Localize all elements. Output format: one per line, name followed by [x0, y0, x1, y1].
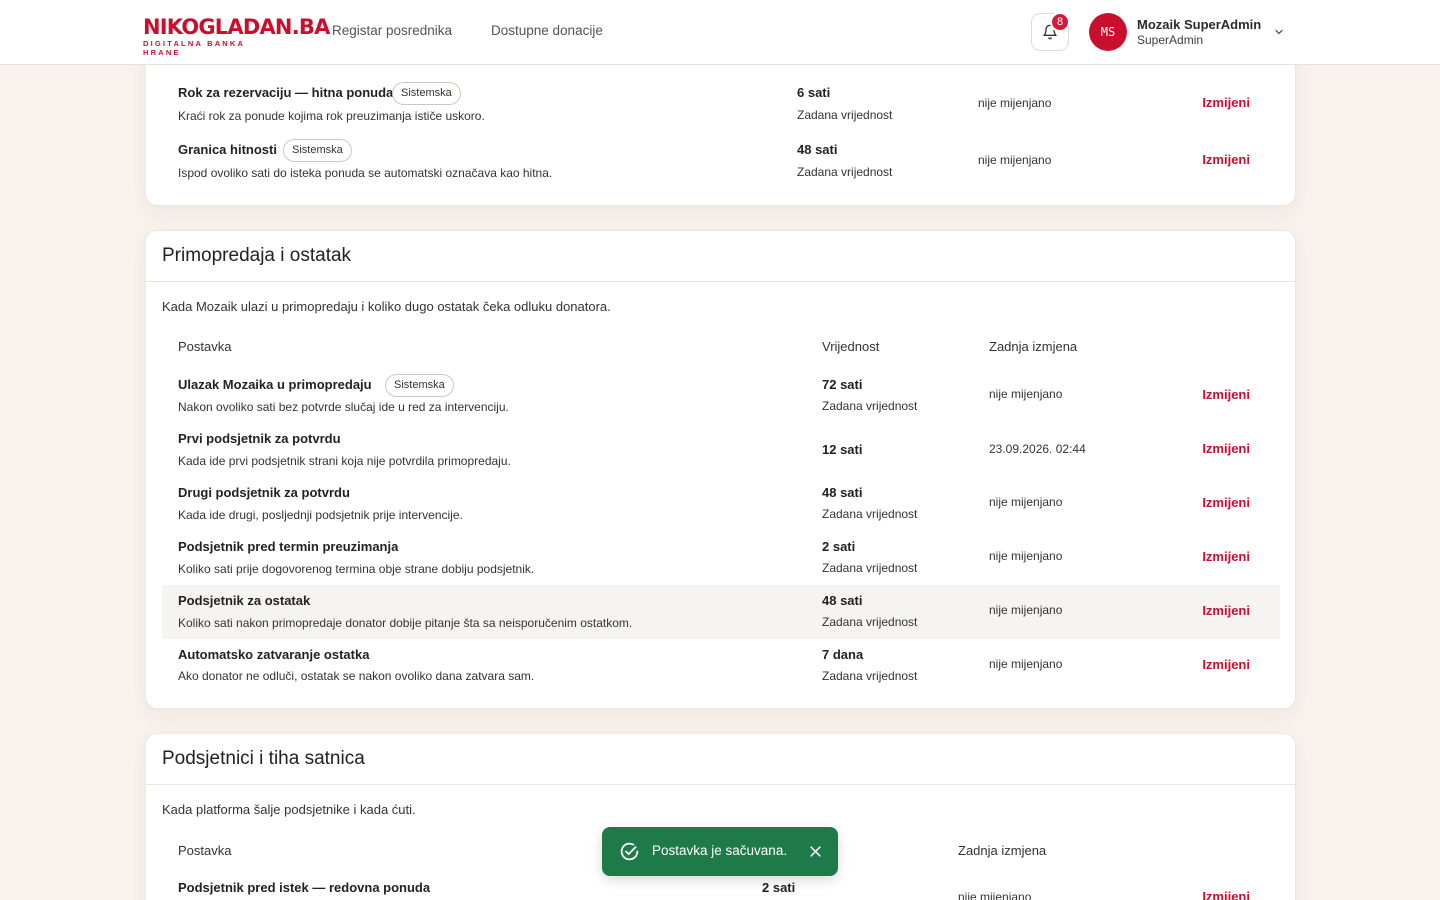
user-name[interactable]: Mozaik SuperAdmin [1137, 17, 1261, 32]
setting-title: Drugi podsjetnik za potvrdu [178, 485, 350, 500]
column-header-setting: Postavka [178, 339, 232, 354]
table-row: Podsjetnik pred termin preuzimanja Kolik… [162, 531, 1280, 585]
default-value-label: Zadana vrijednost [797, 108, 893, 122]
setting-value: 2 sati [762, 880, 796, 895]
card-title: Primopredaja i ostatak [146, 231, 1295, 282]
last-changed: nije mijenjano [989, 549, 1063, 563]
settings-card-handover: Primopredaja i ostatak Kada Mozaik ulazi… [145, 230, 1296, 709]
default-value-label: Zadana vrijednost [822, 615, 918, 629]
last-changed: nije mijenjano [989, 387, 1063, 401]
system-tag: Sistemska [392, 82, 461, 105]
edit-button[interactable]: Izmijeni [1202, 603, 1250, 618]
column-header-changed: Zadnja izmjena [989, 339, 1078, 354]
toast-message: Postavka je sačuvana. [652, 843, 788, 858]
default-value-label: Zadana vrijednost [822, 669, 918, 683]
edit-button[interactable]: Izmijeni [1202, 152, 1250, 167]
logo-tagline: DIGITALNA BANKA HRANE [143, 39, 245, 57]
card-title: Podsjetnici i tiha satnica [146, 734, 1295, 785]
setting-description: Koliko sati prije dogovorenog termina ob… [178, 562, 535, 576]
user-role: SuperAdmin [1137, 33, 1204, 47]
edit-button[interactable]: Izmijeni [1202, 889, 1250, 900]
setting-value: 72 sati [822, 377, 863, 392]
default-value-label: Zadana vrijednost [822, 399, 918, 413]
edit-button[interactable]: Izmijeni [1202, 657, 1250, 672]
edit-button[interactable]: Izmijeni [1202, 549, 1250, 564]
setting-title: Automatsko zatvaranje ostatka [178, 647, 370, 662]
default-value-label: Zadana vrijednost [822, 507, 918, 521]
table-row: Automatsko zatvaranje ostatka Ako donato… [162, 639, 1280, 693]
system-tag: Sistemska [385, 374, 454, 397]
setting-description: Kada ide drugi, posljednji podsjetnik pr… [178, 508, 463, 522]
setting-description: Nakon ovoliko sati bez potvrde slučaj id… [178, 400, 509, 414]
setting-title: Podsjetnik pred istek — redovna ponuda [178, 880, 431, 895]
success-toast: Postavka je sačuvana. [602, 827, 838, 876]
default-value-label: Zadana vrijednost [797, 165, 893, 179]
last-changed: 23.09.2026. 02:44 [989, 442, 1086, 456]
nav-registar-posrednika[interactable]: Registar posrednika [332, 23, 452, 38]
setting-value: 48 sati [822, 485, 863, 500]
table-row: Drugi podsjetnik za potvrdu Kada ide dru… [162, 477, 1280, 531]
setting-title: Podsjetnik pred termin preuzimanja [178, 539, 399, 554]
edit-button[interactable]: Izmijeni [1202, 95, 1250, 110]
setting-value: 48 sati [797, 142, 838, 157]
table-row: Ulazak Mozaika u primopredaju Sistemska … [162, 369, 1280, 423]
table-row: Granica hitnosti Sistemska Ispod ovoliko… [162, 134, 1280, 188]
last-changed: nije mijenjano [978, 153, 1052, 167]
setting-value: 6 sati [797, 85, 831, 100]
card-description: Kada platforma šalje podsjetnike i kada … [162, 802, 416, 817]
setting-description: Koliko sati nakon primopredaje donator d… [178, 616, 633, 630]
chevron-down-icon[interactable] [1273, 26, 1285, 38]
last-changed: nije mijenjano [989, 603, 1063, 617]
close-icon[interactable] [808, 844, 823, 859]
nav-dostupne-donacije[interactable]: Dostupne donacije [491, 23, 603, 38]
table-row: Prvi podsjetnik za potvrdu Kada ide prvi… [162, 423, 1280, 477]
edit-button[interactable]: Izmijeni [1202, 441, 1250, 456]
last-changed: nije mijenjano [989, 657, 1063, 671]
logo[interactable]: NIKOGLADAN.BA DIGITALNA BANKA HRANE [143, 15, 330, 57]
default-value-label: Zadana vrijednost [822, 561, 918, 575]
setting-title: Prvi podsjetnik za potvrdu [178, 431, 341, 446]
last-changed: nije mijenjano [958, 890, 1032, 900]
system-tag: Sistemska [283, 139, 352, 162]
setting-title: Rok za rezervaciju — hitna ponuda [178, 85, 394, 100]
edit-button[interactable]: Izmijeni [1202, 387, 1250, 402]
setting-value: 12 sati [822, 442, 863, 457]
table-row: Podsjetnik za ostatak Koliko sati nakon … [162, 585, 1280, 639]
logo-wordmark: NIKOGLADAN.BA [143, 15, 330, 39]
check-circle-icon [620, 842, 639, 861]
card-description: Kada Mozaik ulazi u primopredaju i kolik… [162, 299, 611, 314]
setting-description: Ako donator ne odluči, ostatak se nakon … [178, 669, 535, 683]
column-header-changed: Zadnja izmjena [958, 843, 1047, 858]
setting-description: Kada ide prvi podsjetnik strani koja nij… [178, 454, 511, 468]
setting-value: 7 dana [822, 647, 864, 662]
top-navbar: NIKOGLADAN.BA DIGITALNA BANKA HRANE Regi… [0, 0, 1440, 65]
setting-title: Granica hitnosti [178, 142, 277, 157]
avatar[interactable]: MS [1089, 13, 1127, 51]
last-changed: nije mijenjano [989, 495, 1063, 509]
setting-description: Kraći rok za ponude kojima rok preuziman… [178, 109, 485, 123]
edit-button[interactable]: Izmijeni [1202, 495, 1250, 510]
setting-description: Ispod ovoliko sati do isteka ponuda se a… [178, 166, 553, 180]
column-header-value: Vrijednost [822, 339, 880, 354]
table-row: Podsjetnik pred istek — redovna ponuda 2… [162, 873, 1280, 900]
column-header-setting: Postavka [178, 843, 232, 858]
notification-count-badge: 8 [1050, 12, 1070, 32]
last-changed: nije mijenjano [978, 96, 1052, 110]
setting-value: 48 sati [822, 593, 863, 608]
table-row: Rok za rezervaciju — hitna ponuda Sistem… [162, 77, 1280, 131]
setting-title: Ulazak Mozaika u primopredaju [178, 377, 372, 392]
setting-value: 2 sati [822, 539, 856, 554]
setting-title: Podsjetnik za ostatak [178, 593, 311, 608]
